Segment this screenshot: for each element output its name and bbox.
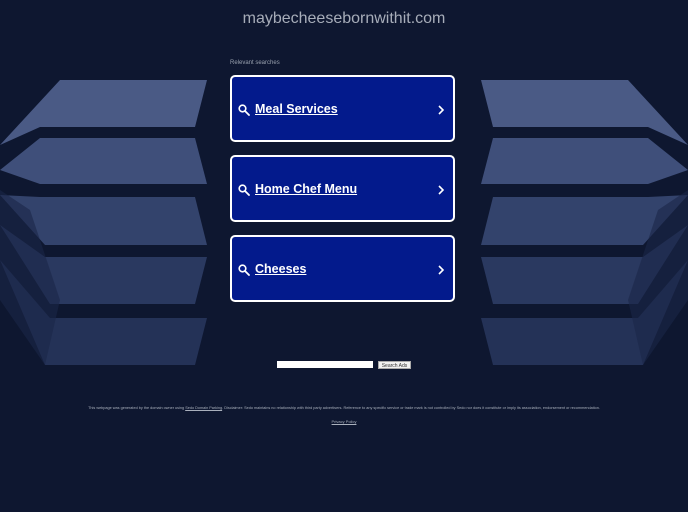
parked-domain-page: maybecheesebornwithit.com Relevant searc… (0, 0, 688, 512)
domain-title: maybecheesebornwithit.com (242, 10, 446, 27)
search-icon (238, 184, 250, 196)
disclaimer-prefix: This webpage was generated by the domain… (88, 406, 186, 410)
disclaimer-text: This webpage was generated by the domain… (0, 406, 688, 410)
search-result-label[interactable]: Meal Services (255, 102, 338, 116)
search-result-label[interactable]: Cheeses (255, 262, 306, 276)
search-icon (238, 264, 250, 276)
chevron-right-icon (438, 185, 445, 195)
search-input[interactable] (277, 361, 373, 368)
search-result-label[interactable]: Home Chef Menu (255, 182, 357, 196)
search-ads-button[interactable]: Search Ads (378, 361, 411, 369)
disclaimer-suffix: . Disclaimer: Sedo maintains no relation… (222, 406, 600, 410)
chevron-right-icon (438, 265, 445, 275)
search-result-card-cheeses[interactable]: Cheeses (230, 235, 455, 302)
sedo-domain-parking-link[interactable]: Sedo Domain Parking (185, 406, 222, 410)
search-result-card-meal-services[interactable]: Meal Services (230, 75, 455, 142)
chevron-right-icon (438, 105, 445, 115)
relevant-searches-heading: Relevant searches (230, 60, 280, 66)
search-result-card-home-chef-menu[interactable]: Home Chef Menu (230, 155, 455, 222)
search-icon (238, 104, 250, 116)
privacy-policy-link[interactable]: Privacy Policy (0, 419, 688, 424)
